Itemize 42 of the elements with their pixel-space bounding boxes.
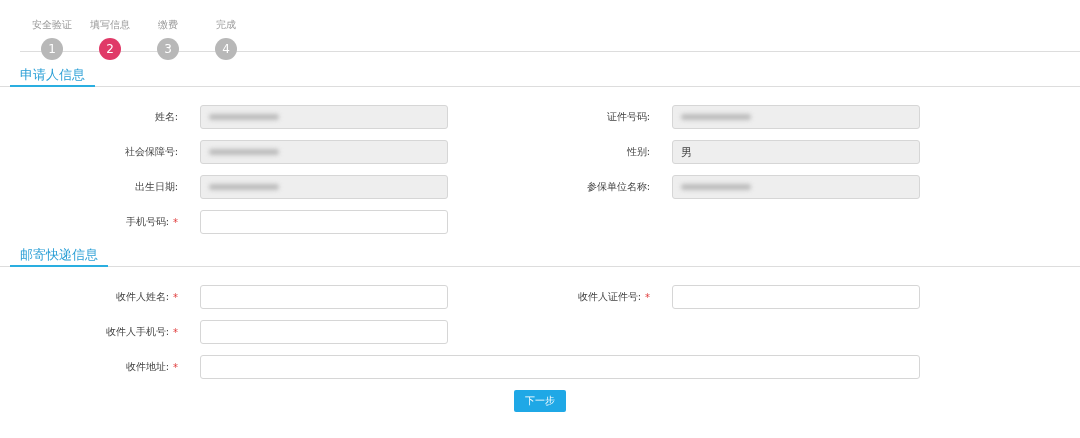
required-mark: * [173, 326, 178, 338]
field-label: 出生日期: [134, 180, 178, 194]
field-label: 收件人证件号: [577, 290, 641, 304]
redacted-value [209, 184, 279, 190]
field-label: 性别: [626, 145, 650, 159]
readonly-field[interactable] [200, 105, 448, 129]
step-circle: 2 [99, 38, 121, 60]
field-label: 参保单位名称: [586, 180, 650, 194]
field-label: 姓名: [154, 110, 178, 124]
redacted-value [209, 149, 279, 155]
redacted-value [209, 114, 279, 120]
step-label: 填写信息 [90, 18, 130, 32]
readonly-field[interactable] [672, 175, 920, 199]
step-circle: 4 [215, 38, 237, 60]
required-mark: * [645, 291, 650, 303]
step-label: 缴费 [158, 18, 178, 32]
input-field[interactable] [200, 355, 920, 379]
section-title: 申请人信息 [10, 66, 95, 87]
field-label: 收件地址: [125, 360, 169, 374]
field-label: 证件号码: [606, 110, 650, 124]
field-label: 收件人手机号: [105, 325, 169, 339]
field-label: 收件人姓名: [115, 290, 169, 304]
step-circle: 1 [41, 38, 63, 60]
readonly-field[interactable]: 男 [672, 140, 920, 164]
step-label: 完成 [216, 18, 236, 32]
input-field[interactable] [200, 320, 448, 344]
readonly-field[interactable] [672, 105, 920, 129]
field-label: 手机号码: [125, 215, 169, 229]
required-mark: * [173, 216, 178, 228]
readonly-field[interactable] [200, 175, 448, 199]
redacted-value [681, 184, 751, 190]
redacted-value [681, 114, 751, 120]
readonly-field[interactable] [200, 140, 448, 164]
required-mark: * [173, 361, 178, 373]
input-field[interactable] [200, 210, 448, 234]
step-circle: 3 [157, 38, 179, 60]
step-label: 安全验证 [32, 18, 72, 32]
required-mark: * [173, 291, 178, 303]
field-label: 社会保障号: [124, 145, 178, 159]
input-field[interactable] [200, 285, 448, 309]
input-field[interactable] [672, 285, 920, 309]
section-title: 邮寄快递信息 [10, 246, 108, 267]
